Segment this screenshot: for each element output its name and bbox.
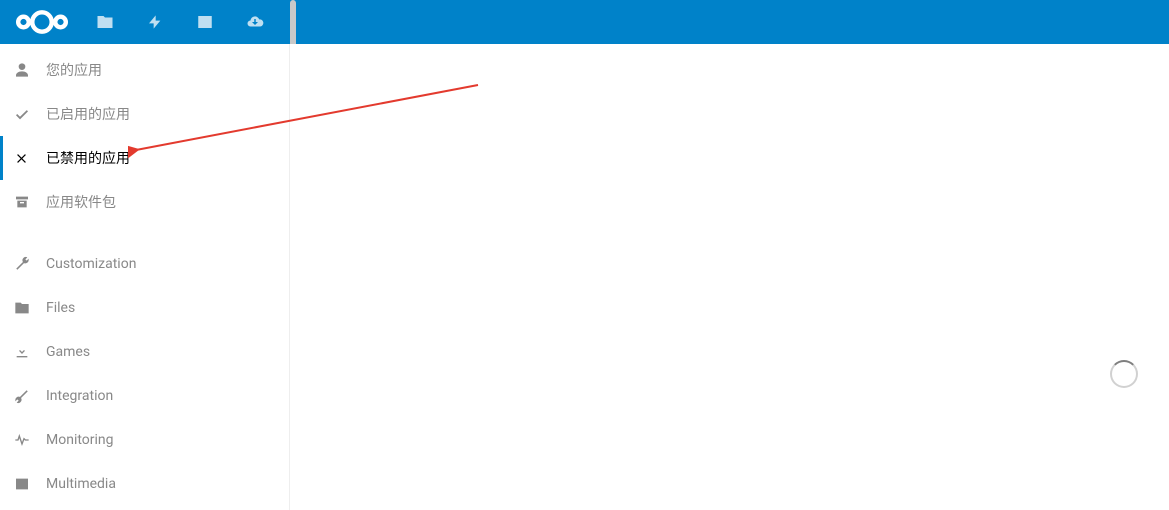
sidebar: 您的应用 已启用的应用 已禁用的应用 应用软件包 Customiza (0, 44, 290, 510)
activity-icon[interactable] (130, 0, 180, 44)
sidebar-item-games[interactable]: Games (0, 330, 289, 374)
folder-icon (14, 300, 38, 316)
sidebar-item-enabled-apps[interactable]: 已启用的应用 (0, 92, 289, 136)
sidebar-item-files[interactable]: Files (0, 286, 289, 330)
wrench2-icon (14, 388, 38, 404)
wrench-icon (14, 256, 38, 272)
sidebar-item-label: 您的应用 (46, 60, 102, 80)
nextcloud-logo[interactable] (10, 7, 80, 37)
image-icon (14, 476, 38, 492)
files-icon[interactable] (80, 0, 130, 44)
sidebar-item-your-apps[interactable]: 您的应用 (0, 48, 289, 92)
sidebar-item-integration[interactable]: Integration (0, 374, 289, 418)
sidebar-item-label: Files (46, 300, 75, 316)
download-cloud-icon[interactable] (230, 0, 280, 44)
archive-icon (14, 194, 38, 210)
sidebar-item-customization[interactable]: Customization (0, 242, 289, 286)
close-icon (14, 151, 38, 166)
sidebar-item-label: Multimedia (46, 476, 116, 492)
main: 您的应用 已启用的应用 已禁用的应用 应用软件包 Customiza (0, 44, 1169, 510)
sidebar-item-label: Games (46, 344, 90, 360)
check-icon (14, 106, 38, 122)
sidebar-item-multimedia[interactable]: Multimedia (0, 462, 289, 506)
sidebar-item-label: 已禁用的应用 (46, 148, 130, 168)
sidebar-item-disabled-apps[interactable]: 已禁用的应用 (0, 136, 289, 180)
sidebar-divider (0, 224, 289, 242)
sidebar-item-label: 应用软件包 (46, 192, 116, 212)
sidebar-item-app-bundles[interactable]: 应用软件包 (0, 180, 289, 224)
download-tray-icon (14, 344, 38, 360)
topbar (0, 0, 1169, 44)
user-icon (14, 62, 38, 78)
gallery-icon[interactable] (180, 0, 230, 44)
sidebar-item-label: Customization (46, 256, 136, 272)
content-area (290, 44, 1169, 510)
sidebar-item-label: Monitoring (46, 432, 114, 448)
sidebar-item-label: 已启用的应用 (46, 104, 130, 124)
pulse-icon (14, 432, 38, 448)
sidebar-item-monitoring[interactable]: Monitoring (0, 418, 289, 462)
sidebar-item-label: Integration (46, 388, 113, 404)
loading-spinner (1110, 360, 1138, 388)
